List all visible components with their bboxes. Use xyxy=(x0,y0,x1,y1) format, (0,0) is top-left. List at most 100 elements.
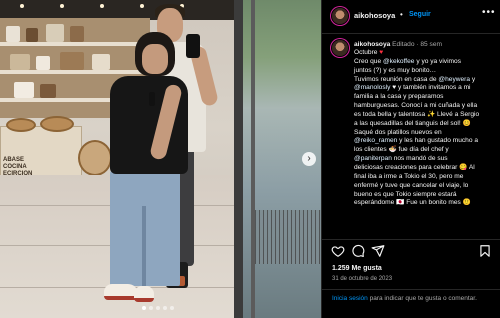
caption-line: a las quesadillas del tianguis del sol! … xyxy=(354,120,494,129)
mention-link[interactable]: @heywera xyxy=(438,76,470,83)
caption-fragment: y yo ya vivimos xyxy=(414,57,462,65)
login-text: Inicia sesión para indicar que te gusta … xyxy=(332,295,492,304)
basket xyxy=(78,140,112,176)
woman-face xyxy=(142,44,168,74)
caption-fragment: y les han gustado mucho a xyxy=(397,137,478,145)
product xyxy=(92,54,110,70)
carousel-dot[interactable] xyxy=(149,306,153,310)
avatar[interactable] xyxy=(332,8,348,24)
caption-username[interactable]: aikohosoya xyxy=(354,41,390,48)
caption-line: final iba a irme a Tokio el 30, pero me xyxy=(354,173,494,182)
caption-line: juntos (?) y es muy bonito… xyxy=(354,67,494,76)
caption-fragment: hamburguesas. Conocí a mi cuñada y ella xyxy=(354,102,478,110)
heart-emoji: ♥ xyxy=(379,49,384,56)
caption-line: deliciosas creaciones para celebrar 😋 Al xyxy=(354,164,494,173)
caption-line: hamburguesas. Conocí a mi cuñada y ella xyxy=(354,102,494,111)
caption-fragment: bueno es que Tokio siempre estará xyxy=(354,190,457,198)
caption-fragment: final iba a irme a Tokio el 30, pero me xyxy=(354,172,464,180)
sneaker xyxy=(134,286,154,302)
carousel-dot[interactable] xyxy=(142,306,146,310)
login-rest: para indicar que te gusta o comentar. xyxy=(367,295,477,302)
basket xyxy=(40,116,74,132)
carousel-dot[interactable] xyxy=(163,306,167,310)
post-side-panel: aikohosoya • Seguir ••• aikohosoya Edita… xyxy=(321,0,500,318)
carousel-dot[interactable] xyxy=(170,306,174,310)
caption-fragment: a las quesadillas del tianguis del sol! … xyxy=(354,119,471,127)
caption-line: @manolosly ♥ y también invitamos a mi xyxy=(354,84,494,93)
login-prompt: Inicia sesión para indicar que te gusta … xyxy=(322,289,500,318)
caption-fragment: los clientes 🍜 fue día del chef y xyxy=(354,146,449,154)
login-link[interactable]: Inicia sesión xyxy=(332,295,368,302)
window-pillar xyxy=(251,0,255,318)
caption-fragment: Creo que xyxy=(354,57,383,65)
mention-link[interactable]: @reiko_ramen xyxy=(354,137,397,144)
author-username[interactable]: aikohosoya xyxy=(354,11,395,20)
caption-line: @reiko_ramen y les han gustado mucho a xyxy=(354,137,494,146)
ceiling-light xyxy=(60,4,64,8)
floor-grate xyxy=(255,210,321,264)
caption-fragment: ♥ y también invitamos a mi xyxy=(390,84,471,92)
caption-line: es toda bella y talentosa ✨ Llevé a Serg… xyxy=(354,111,494,120)
likes-count[interactable]: 1.259 Me gusta xyxy=(332,265,382,272)
product xyxy=(14,82,34,98)
mention-link[interactable]: @kekoffee xyxy=(383,58,415,65)
comment-icon[interactable] xyxy=(351,244,365,258)
caption-line: Creo que @kekoffee y yo ya vivimos xyxy=(354,58,494,67)
sneaker xyxy=(104,284,138,300)
post-header: aikohosoya • Seguir ••• xyxy=(322,0,500,34)
sunglasses xyxy=(149,92,155,106)
shelf xyxy=(0,70,150,74)
carousel-dot[interactable] xyxy=(156,306,160,310)
caption-fragment: familia a la casa y preparamos xyxy=(354,93,444,101)
chevron-right-icon[interactable]: › xyxy=(302,152,316,166)
product xyxy=(70,26,84,42)
caption-fragment: juntos (?) y es muy bonito… xyxy=(354,66,437,74)
mention-link[interactable]: @paniterpan xyxy=(354,155,392,162)
caption-line: Saqué dos platillos nuevos en xyxy=(354,129,494,138)
caption-fragment: es toda bella y talentosa ✨ Llevé a Serg… xyxy=(354,110,480,118)
caption-line: Octubre ♥ xyxy=(354,49,494,58)
jeans-seam xyxy=(142,206,146,286)
caption-line: Tuvimos reunión en casa de @heywera y xyxy=(354,76,494,85)
caption-fragment: nos mandó de sus xyxy=(391,155,448,163)
ceiling-light xyxy=(100,4,104,8)
caption-fragment: Tuvimos reunión en casa de xyxy=(354,75,439,83)
heart-icon[interactable] xyxy=(331,244,345,258)
basket xyxy=(6,118,36,132)
avatar[interactable] xyxy=(332,40,348,56)
caption-line: esperándome 🇯🇵 Fue un bonito mes 🙂 xyxy=(354,199,494,208)
carousel-dots xyxy=(142,306,174,310)
ceiling-light xyxy=(20,4,24,8)
product xyxy=(10,54,30,70)
product xyxy=(6,26,20,42)
mirror-frame xyxy=(234,0,243,318)
caption-meta: aikohosoya Editado · 85 sem xyxy=(354,41,443,48)
product xyxy=(46,24,64,42)
caption: aikohosoya Editado · 85 sem Octubre ♥ Cre… xyxy=(322,34,500,239)
bookmark-icon[interactable] xyxy=(478,244,492,258)
ceiling-light xyxy=(140,4,144,8)
separator-dot: • xyxy=(400,10,403,19)
caption-fragment: enfermé y tuve que cancelar el viaje, lo xyxy=(354,181,469,189)
caption-line: los clientes 🍜 fue día del chef y xyxy=(354,146,494,155)
caption-fragment: deliciosas creaciones para celebrar 😋 Al xyxy=(354,163,475,171)
caption-fragment: y xyxy=(470,75,476,83)
caption-line: @paniterpan nos mandó de sus xyxy=(354,155,494,164)
product xyxy=(60,52,84,70)
caption-text: Octubre ♥ Creo que @kekoffee y yo ya vivi… xyxy=(354,49,494,208)
caption-fragment: Octubre xyxy=(354,49,380,56)
more-icon[interactable]: ••• xyxy=(482,7,496,18)
product xyxy=(36,56,50,70)
caption-fragment: Saqué dos platillos nuevos en xyxy=(354,128,442,136)
product xyxy=(26,28,38,42)
post-age: 85 sem xyxy=(420,41,443,48)
follow-button[interactable]: Seguir xyxy=(409,11,431,18)
post-photo[interactable]: ABASE COCINA ECIRCION › xyxy=(0,0,321,318)
mention-link[interactable]: @manolosly xyxy=(354,84,390,91)
caption-fragment: esperándome 🇯🇵 Fue un bonito mes 🙂 xyxy=(354,199,471,207)
store-counter: ABASE COCINA ECIRCION xyxy=(0,126,82,178)
ceiling xyxy=(0,0,240,20)
share-icon[interactable] xyxy=(371,244,385,258)
caption-line: familia a la casa y preparamos xyxy=(354,93,494,102)
product xyxy=(40,84,56,98)
